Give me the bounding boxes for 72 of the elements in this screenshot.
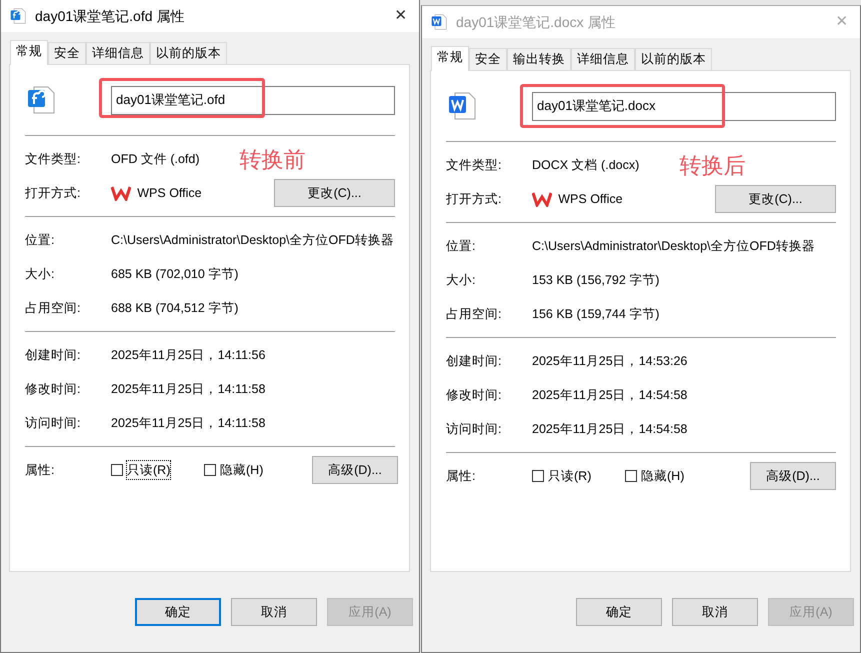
advanced-button[interactable]: 高级(D)... [750, 462, 836, 490]
change-button[interactable]: 更改(C)... [715, 185, 836, 213]
field-label: 打开方式: [25, 184, 82, 202]
annotation-text: 转换前 [240, 146, 306, 174]
document-icon [25, 84, 57, 116]
field-label: 打开方式: [446, 190, 502, 208]
title-file-icon [9, 7, 27, 25]
field-value: DOCX 文档 (.docx) [532, 156, 640, 174]
field-label: 创建时间: [446, 352, 502, 370]
field-value: 688 KB (704,512 字节) [111, 300, 238, 317]
checkbox[interactable] [204, 464, 216, 476]
field-value: 2025年11月25日，14:11:56 [111, 346, 266, 364]
field-label: 位置: [25, 232, 56, 249]
field-value: 156 KB (159,744 字节) [532, 306, 660, 323]
field-label: 属性: [446, 468, 476, 485]
window-title: day01课堂笔记.docx 属性 [456, 12, 616, 32]
dialog-button[interactable]: 确定 [135, 598, 221, 626]
field-label: 大小: [446, 272, 476, 289]
tab[interactable]: 常规 [10, 40, 48, 65]
change-button[interactable]: 更改(C)... [274, 179, 395, 207]
field-label: 位置: [446, 238, 476, 255]
title-file-icon [430, 13, 448, 31]
field-label: 修改时间: [25, 380, 82, 398]
close-button[interactable]: ✕ [383, 2, 419, 30]
dialog-button[interactable]: 取消 [231, 598, 317, 626]
field-label: 属性: [25, 462, 56, 479]
field-value: 2025年11月25日，14:53:26 [532, 352, 688, 370]
tab[interactable]: 输出转换 [507, 48, 571, 70]
wps-logo-icon [111, 185, 131, 201]
field-label: 占用空间: [25, 300, 82, 317]
file-name-field[interactable]: day01课堂笔记.ofd [111, 86, 395, 114]
checkbox-label[interactable]: 隐藏(H) [219, 460, 264, 480]
field-label: 修改时间: [446, 386, 502, 404]
tab[interactable]: 安全 [469, 48, 507, 70]
field-value: 2025年11月25日，14:11:58 [111, 380, 266, 398]
field-value: C:\Users\Administrator\Desktop\全方位OFD转换器 [532, 238, 815, 255]
dialog-button[interactable]: 取消 [672, 598, 758, 626]
advanced-button[interactable]: 高级(D)... [312, 456, 398, 484]
tab[interactable]: 常规 [431, 46, 469, 71]
checkbox[interactable] [111, 464, 123, 476]
field-value: 685 KB (702,010 字节) [111, 266, 238, 283]
document-icon [446, 90, 478, 122]
checkbox[interactable] [532, 470, 544, 482]
field-value: 2025年11月25日，14:54:58 [532, 386, 688, 404]
checkbox-label[interactable]: 只读(R) [126, 460, 172, 480]
field-label: 占用空间: [446, 306, 502, 323]
field-value: OFD 文件 (.ofd) [111, 150, 200, 168]
tab[interactable]: 安全 [48, 42, 86, 64]
field-label: 访问时间: [25, 414, 82, 432]
field-label: 文件类型: [25, 150, 82, 168]
wps-logo-icon [532, 191, 552, 207]
field-label: 创建时间: [25, 346, 82, 364]
field-value: C:\Users\Administrator\Desktop\全方位OFD转换器 [111, 232, 394, 249]
app-name: WPS Office [137, 184, 202, 202]
dialog-button[interactable]: 确定 [576, 598, 662, 626]
window-title: day01课堂笔记.ofd 属性 [35, 6, 186, 26]
file-name-field[interactable]: day01课堂笔记.docx [532, 92, 836, 120]
checkbox-label[interactable]: 隐藏(H) [640, 466, 686, 486]
app-name: WPS Office [558, 190, 623, 208]
field-value: 2025年11月25日，14:11:58 [111, 414, 266, 432]
checkbox[interactable] [625, 470, 637, 482]
field-label: 访问时间: [446, 420, 502, 438]
annotation-text: 转换后 [679, 152, 746, 180]
field-value: 153 KB (156,792 字节) [532, 272, 660, 289]
tab[interactable]: 以前的版本 [635, 48, 712, 70]
tab[interactable]: 以前的版本 [150, 42, 227, 64]
tab[interactable]: 详细信息 [86, 42, 150, 64]
field-value: 2025年11月25日，14:54:58 [532, 420, 688, 438]
field-label: 文件类型: [446, 156, 502, 174]
checkbox-label[interactable]: 只读(R) [547, 466, 592, 486]
field-label: 大小: [25, 266, 56, 283]
tab[interactable]: 详细信息 [571, 48, 635, 70]
